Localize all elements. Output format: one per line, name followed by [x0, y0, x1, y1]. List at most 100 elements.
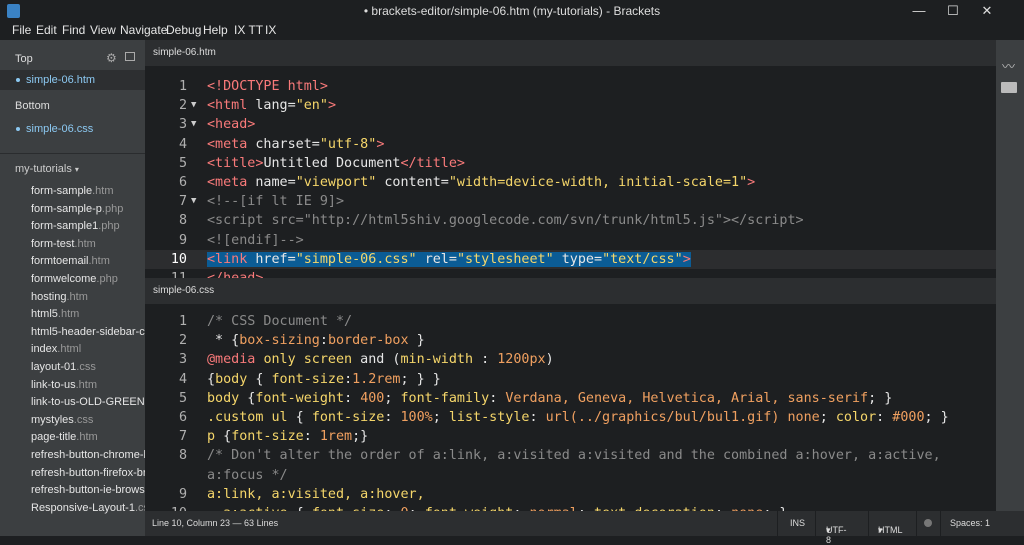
live-preview-icon[interactable]: 〰: [1002, 56, 1015, 75]
file-extension: .html: [57, 343, 81, 355]
line-number: 1: [145, 77, 187, 96]
bottom-pane-header: simple-06.css: [145, 278, 996, 304]
split-view-icon[interactable]: [125, 52, 135, 61]
project-file-item[interactable]: form-test.htm: [31, 238, 96, 250]
project-file-item[interactable]: formwelcome.php: [31, 273, 118, 285]
code-line[interactable]: 9a:link, a:visited, a:hover,: [145, 485, 996, 504]
code-text: /* Don't alter the order of a:link, a:vi…: [207, 446, 941, 465]
menu-ix-tt[interactable]: IX TT: [234, 23, 263, 37]
code-line[interactable]: 3@media only screen and (min-width : 120…: [145, 350, 996, 369]
working-set-top-label: Top: [15, 53, 33, 65]
code-line[interactable]: 7p {font-size: 1rem;}: [145, 427, 996, 446]
ins-toggle[interactable]: INS: [790, 518, 805, 528]
indent-spaces[interactable]: Spaces: 1: [950, 518, 990, 528]
file-name: refresh-button-firefox-bro: [31, 467, 145, 479]
project-file-item[interactable]: mystyles.css: [31, 414, 93, 426]
code-line[interactable]: 1 <!DOCTYPE html>: [145, 77, 996, 96]
project-file-item[interactable]: form-sample.htm: [31, 185, 114, 197]
code-line[interactable]: 6 <meta name="viewport" content="width=de…: [145, 173, 996, 192]
code-line[interactable]: 7▼<!--[if lt IE 9]>: [145, 192, 996, 211]
project-file-item[interactable]: link-to-us-OLD-GREEN.ht: [31, 396, 145, 408]
minimize-button[interactable]: —: [904, 2, 934, 20]
project-file-item[interactable]: html5.htm: [31, 308, 79, 320]
code-line[interactable]: 1/* CSS Document */: [145, 312, 996, 331]
linter-status-icon[interactable]: [924, 519, 932, 527]
menu-ix[interactable]: IX: [265, 23, 276, 37]
working-file-simple-06-css[interactable]: simple-06.css: [26, 123, 93, 135]
file-name: mystyles: [31, 414, 74, 426]
file-name: hosting: [31, 291, 66, 303]
code-line[interactable]: 4 <meta charset="utf-8">: [145, 135, 996, 154]
status-divider: [868, 511, 869, 536]
code-line[interactable]: 5body {font-weight: 400; font-family: Ve…: [145, 389, 996, 408]
menu-view[interactable]: View: [90, 23, 116, 37]
code-line[interactable]: 6.custom ul { font-size: 100%; list-styl…: [145, 408, 996, 427]
code-text: body {font-weight: 400; font-family: Ver…: [207, 389, 892, 408]
fold-arrow-icon[interactable]: ▼: [191, 96, 196, 115]
top-code-pane[interactable]: 1<!DOCTYPE html>2▼<html lang="en">3▼<hea…: [145, 66, 996, 278]
editor-area: simple-06.htm 1<!DOCTYPE html>2▼<html la…: [145, 40, 996, 511]
line-number: 6: [145, 173, 187, 192]
project-file-item[interactable]: page-title.htm: [31, 431, 98, 443]
code-line[interactable]: 9<![endif]-->: [145, 231, 996, 250]
project-file-item[interactable]: form-sample1.php: [31, 220, 120, 232]
code-line[interactable]: 10<link href="simple-06.css" rel="styles…: [145, 250, 996, 269]
code-text: a:focus */: [207, 466, 288, 485]
close-button[interactable]: ✕: [972, 2, 1002, 20]
project-file-item[interactable]: hosting.htm: [31, 291, 88, 303]
project-file-item[interactable]: refresh-button-chrome-b: [31, 449, 145, 461]
project-file-item[interactable]: html5-header-sidebar-co: [31, 326, 145, 338]
code-text: <meta charset="utf-8">: [207, 135, 384, 154]
modified-dot-icon: [16, 78, 20, 82]
file-name: html5: [31, 308, 58, 320]
menu-debug[interactable]: Debug: [166, 23, 201, 37]
code-text: a:link, a:visited, a:hover,: [207, 485, 425, 504]
working-file-simple-06-htm[interactable]: simple-06.htm: [26, 74, 95, 86]
code-line[interactable]: 3▼<head>: [145, 115, 996, 134]
code-line[interactable]: a:focus */: [145, 466, 996, 485]
code-text: <title>Untitled Document</title>: [207, 154, 465, 173]
project-file-item[interactable]: link-to-us.htm: [31, 379, 97, 391]
fold-arrow-icon[interactable]: ▼: [191, 192, 196, 211]
code-line[interactable]: 8<script src="http://html5shiv.googlecod…: [145, 211, 996, 230]
project-file-item[interactable]: formtoemail.htm: [31, 255, 110, 267]
menu-edit[interactable]: Edit: [36, 23, 57, 37]
maximize-button[interactable]: ☐: [938, 2, 968, 20]
bottom-code-pane[interactable]: 1/* CSS Document */2 * {box-sizing:borde…: [145, 304, 996, 511]
code-line[interactable]: 10 a:active { font-size: 0; font-weight:…: [145, 504, 996, 511]
file-extension: .htm: [76, 379, 97, 391]
code-line[interactable]: 11 </head>: [145, 269, 996, 278]
project-file-item[interactable]: form-sample-p.php: [31, 203, 123, 215]
code-line[interactable]: 8/* Don't alter the order of a:link, a:v…: [145, 446, 996, 465]
project-dropdown[interactable]: my-tutorials ▾: [15, 163, 79, 175]
sidebar-divider: [0, 153, 145, 154]
extension-manager-icon[interactable]: [1001, 82, 1017, 93]
file-extension: .htm: [58, 308, 79, 320]
code-line[interactable]: 5<title>Untitled Document</title>: [145, 154, 996, 173]
menu-find[interactable]: Find: [62, 23, 85, 37]
project-name: my-tutorials: [15, 163, 72, 175]
code-text: <!DOCTYPE html>: [207, 77, 328, 96]
line-number: 11: [145, 269, 187, 278]
code-text: </head>: [207, 269, 263, 278]
file-extension: .htm: [88, 255, 109, 267]
code-text: <meta name="viewport" content="width=dev…: [207, 173, 755, 192]
project-file-item[interactable]: Responsive-Layout-1.css: [31, 502, 145, 514]
file-extension: .htm: [92, 185, 113, 197]
menu-navigate[interactable]: Navigate: [120, 23, 167, 37]
code-text: <html lang="en">: [207, 96, 336, 115]
project-file-item[interactable]: layout-01.css: [31, 361, 96, 373]
project-file-item[interactable]: index.html: [31, 343, 81, 355]
fold-arrow-icon[interactable]: ▼: [191, 115, 196, 134]
code-line[interactable]: 2 * {box-sizing:border-box }: [145, 331, 996, 350]
code-line[interactable]: 2▼<html lang="en">: [145, 96, 996, 115]
project-file-item[interactable]: refresh-button-firefox-bro: [31, 467, 145, 479]
project-file-item[interactable]: refresh-button-ie-browse: [31, 484, 145, 496]
file-name: formwelcome: [31, 273, 96, 285]
menu-help[interactable]: Help: [203, 23, 228, 37]
file-extension: .css: [135, 502, 145, 514]
code-line[interactable]: 4{body { font-size:1.2rem; } }: [145, 370, 996, 389]
line-number: 4: [145, 135, 187, 154]
menu-file[interactable]: File: [12, 23, 31, 37]
gear-icon[interactable]: ⚙: [106, 51, 117, 65]
